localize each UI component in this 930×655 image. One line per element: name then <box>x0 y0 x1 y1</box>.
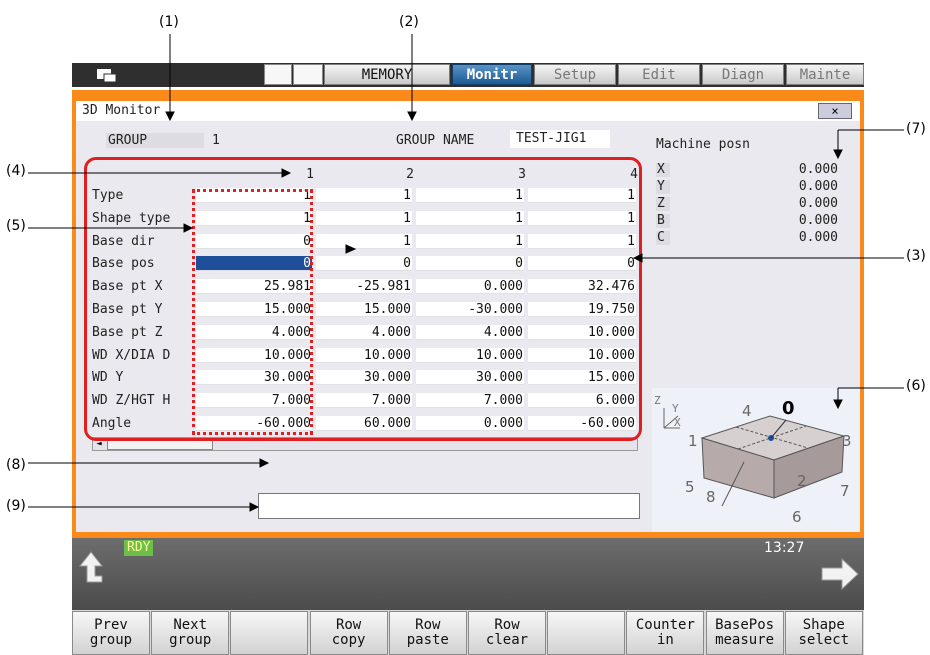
tab-edit[interactable]: Edit <box>618 64 700 85</box>
axis-label-x: X <box>674 416 681 429</box>
tab-diagn[interactable]: Diagn <box>702 64 784 85</box>
function-key-2[interactable]: Next group <box>151 611 230 655</box>
function-key-7[interactable] <box>547 611 626 655</box>
callout-7: (7) <box>906 121 926 137</box>
machine-posn-b: B 0.000 <box>656 213 838 228</box>
function-key-line2: paste <box>406 632 449 648</box>
tab-monitr[interactable]: Monitr <box>452 64 532 85</box>
clock: 13:27 <box>764 540 805 556</box>
tab-mainte[interactable]: Mainte <box>786 64 864 85</box>
function-key-line2: clear <box>485 632 529 648</box>
group-name-label: GROUP NAME <box>396 133 475 148</box>
vertex-label-4: 4 <box>742 402 752 420</box>
machine-posn-title: Machine posn <box>656 137 750 152</box>
function-key-line1: Prev <box>94 617 128 633</box>
callout-3: (3) <box>906 248 926 264</box>
table-highlight-frame <box>84 157 642 441</box>
group-label: GROUP <box>106 133 204 148</box>
back-arrow-icon[interactable] <box>76 550 106 590</box>
vertex-label-0: 0 <box>782 398 795 419</box>
forward-arrow-icon[interactable] <box>820 556 860 592</box>
function-key-line2: measure <box>715 632 775 648</box>
machine-posn-z: Z 0.000 <box>656 196 838 211</box>
function-key-line2: group <box>89 632 133 648</box>
vertex-label-5: 5 <box>685 478 695 496</box>
callout-8: (8) <box>6 457 26 473</box>
callout-5: (5) <box>6 218 26 234</box>
function-key-line1: Counter <box>635 617 695 633</box>
callout-6: (6) <box>906 378 926 394</box>
window-title: 3D Monitor <box>82 103 161 118</box>
function-key-line2: in <box>656 632 674 648</box>
vertex-label-2: 2 <box>797 472 807 490</box>
axis-label-z: Z <box>654 394 661 407</box>
function-key-1[interactable]: Prev group <box>72 611 150 655</box>
blank-tab-2 <box>293 64 323 85</box>
callout-4: (4) <box>6 163 26 179</box>
vertex-label-1: 1 <box>688 432 698 450</box>
window-titlebar <box>76 101 860 121</box>
function-key-3[interactable] <box>230 611 309 655</box>
vertex-label-3: 3 <box>842 432 852 450</box>
machine-posn-y: Y 0.000 <box>656 179 838 194</box>
status-bar <box>72 538 864 613</box>
callout-2: (2) <box>399 14 419 30</box>
function-key-line1: Row <box>415 617 441 633</box>
function-key-6[interactable]: Row clear <box>468 611 546 655</box>
column-highlight-frame <box>192 189 313 435</box>
vertex-label-7: 7 <box>840 482 850 500</box>
function-key-9[interactable]: BasePos measure <box>705 611 784 655</box>
ready-badge: RDY <box>124 540 154 556</box>
tab-setup[interactable]: Setup <box>534 64 616 85</box>
blank-tab-1 <box>264 64 292 85</box>
function-key-line1: BasePos <box>715 617 775 633</box>
machine-posn-x: X 0.000 <box>656 162 838 177</box>
function-key-line1: Row <box>494 617 520 633</box>
function-key-line1: Next <box>173 617 208 633</box>
function-key-8[interactable]: Counter in <box>626 611 705 655</box>
group-name-field[interactable]: TEST-JIG1 <box>510 130 610 148</box>
function-key-line2: select <box>798 632 850 648</box>
vertex-label-6: 6 <box>792 508 802 526</box>
axis-label-y: Y <box>672 402 679 415</box>
function-key-4[interactable]: Row copy <box>309 611 388 655</box>
function-key-10[interactable]: Shape select <box>784 611 863 655</box>
function-key-line1: Row <box>335 617 362 633</box>
function-key-5[interactable]: Row paste <box>388 611 467 655</box>
input-field[interactable] <box>258 493 640 519</box>
close-button[interactable]: × <box>818 103 852 119</box>
shape-diagram: Z Y X 0 1 2 3 4 5 6 7 8 <box>652 388 860 532</box>
function-key-line2: copy <box>331 632 366 648</box>
callout-9: (9) <box>6 498 26 514</box>
vertex-label-8: 8 <box>706 488 716 506</box>
machine-posn-c: C 0.000 <box>656 230 838 245</box>
window-icon[interactable] <box>96 67 118 83</box>
function-key-line1: Shape <box>802 617 845 633</box>
function-key-line2: group <box>169 632 212 648</box>
tab-memory[interactable]: MEMORY <box>324 64 450 85</box>
callout-1: (1) <box>159 14 179 30</box>
group-value: 1 <box>212 133 220 148</box>
close-icon: × <box>831 104 839 118</box>
